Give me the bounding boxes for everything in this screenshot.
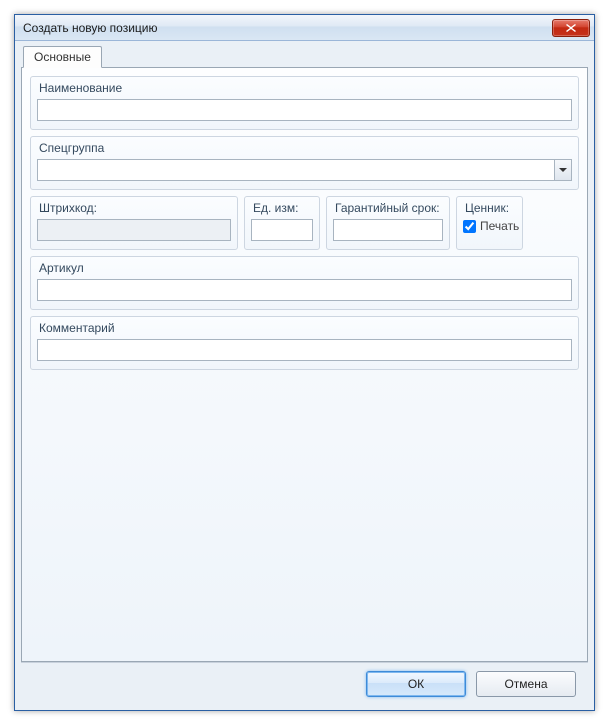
tab-page-main: Наименование Спецгруппа Штрихкод: Ед. из… [21, 67, 588, 662]
close-button[interactable] [552, 19, 590, 37]
tab-main[interactable]: Основные [23, 46, 102, 68]
spacer [30, 376, 579, 653]
comment-input[interactable] [37, 339, 572, 361]
cancel-button[interactable]: Отмена [476, 671, 576, 697]
group-article: Артикул [30, 256, 579, 310]
group-unit: Ед. изм: [244, 196, 320, 250]
label-comment: Комментарий [39, 321, 572, 335]
label-barcode: Штрихкод: [39, 201, 231, 215]
label-unit: Ед. изм: [253, 201, 313, 215]
specgroup-input[interactable] [38, 160, 554, 180]
group-name: Наименование [30, 76, 579, 130]
close-icon [566, 24, 576, 32]
article-input[interactable] [37, 279, 572, 301]
label-warranty: Гарантийный срок: [335, 201, 443, 215]
label-pricetag: Ценник: [465, 201, 516, 215]
group-pricetag: Ценник: Печать [456, 196, 523, 250]
pricetag-print-checkbox[interactable] [463, 220, 476, 233]
chevron-down-icon[interactable] [554, 160, 571, 180]
warranty-combo[interactable] [333, 219, 443, 241]
pricetag-print-option[interactable]: Печать [463, 219, 516, 233]
dialog-footer: ОК Отмена [21, 662, 588, 704]
group-comment: Комментарий [30, 316, 579, 370]
row-details: Штрихкод: Ед. изм: Гарантийный срок: [30, 196, 579, 250]
window-title: Создать новую позицию [23, 21, 552, 35]
barcode-input [37, 219, 231, 241]
group-specgroup: Спецгруппа [30, 136, 579, 190]
label-specgroup: Спецгруппа [39, 141, 572, 155]
client-area: Основные Наименование Спецгруппа Штрихко… [15, 41, 594, 710]
group-barcode: Штрихкод: [30, 196, 238, 250]
specgroup-combo[interactable] [37, 159, 572, 181]
pricetag-print-label: Печать [480, 219, 519, 233]
label-article: Артикул [39, 261, 572, 275]
ok-button[interactable]: ОК [366, 671, 466, 697]
title-bar: Создать новую позицию [15, 15, 594, 41]
group-warranty: Гарантийный срок: [326, 196, 450, 250]
name-input[interactable] [37, 99, 572, 121]
unit-combo[interactable] [251, 219, 313, 241]
dialog-window: Создать новую позицию Основные Наименова… [14, 14, 595, 711]
tab-strip: Основные [21, 46, 588, 68]
label-name: Наименование [39, 81, 572, 95]
